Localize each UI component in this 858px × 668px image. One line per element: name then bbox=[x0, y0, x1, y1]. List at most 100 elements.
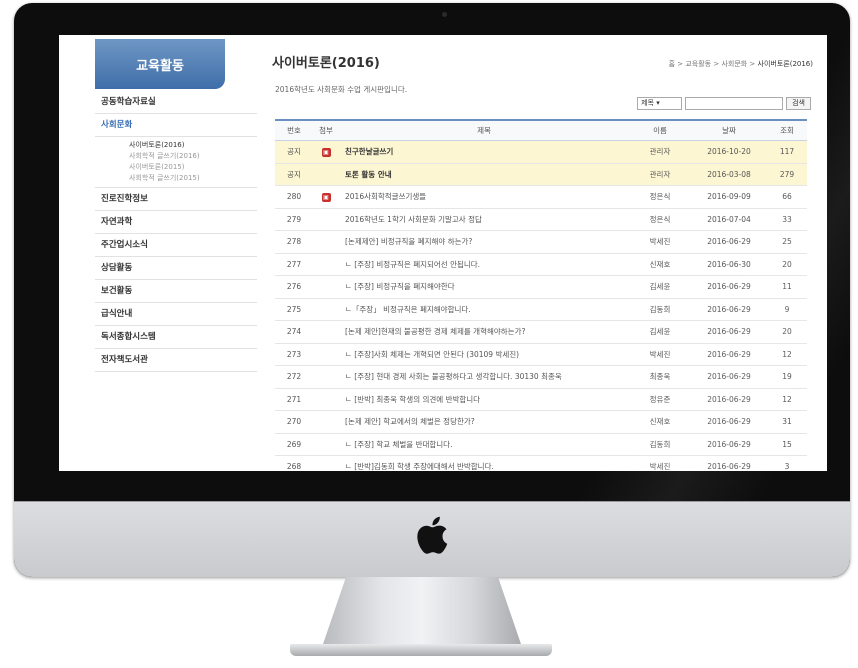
row-author: 관리자 bbox=[629, 163, 691, 186]
table-row[interactable]: 275 ㄴ「주장」 비정규직은 폐지해야합니다. 김동희 2016-06-29 9 bbox=[275, 298, 807, 321]
row-date: 2016-06-29 bbox=[691, 230, 767, 254]
sidebar-subitem-writing-2016[interactable]: 사회학적 글쓰기(2016) bbox=[95, 151, 257, 162]
row-views: 117 bbox=[767, 140, 807, 164]
row-views: 20 bbox=[767, 320, 807, 344]
table-row[interactable]: 279 2016학년도 1학기 사회문화 기말고사 정답 정은식 2016-07-04… bbox=[275, 208, 807, 231]
table-row[interactable]: 276 ㄴ [주장] 비정규직을 폐지해야한다 김세윤 2016-06-29 11 bbox=[275, 275, 807, 299]
sidebar-item-weekly-news[interactable]: 주간업시소식 bbox=[95, 234, 257, 257]
sidebar-item-counseling[interactable]: 상담활동 bbox=[95, 257, 257, 280]
chevron-down-icon: ▾ bbox=[656, 99, 660, 107]
row-subject[interactable]: ㄴ「주장」 비정규직은 폐지해야합니다. bbox=[339, 298, 629, 321]
attachment-icon[interactable]: ▣ bbox=[321, 192, 331, 202]
row-author: 박세진 bbox=[629, 230, 691, 254]
table-row[interactable]: 271 ㄴ [반박] 최종욱 학생의 의견에 반박합니다 정유준 2016-06-29… bbox=[275, 388, 807, 411]
monitor-base bbox=[290, 644, 552, 656]
table-header-row: 번호 첨부 제목 이름 날짜 조회 bbox=[275, 119, 807, 141]
table-row[interactable]: 278 [논제제안] 비정규직을 폐지해야 하는가? 박세진 2016-06-29 25 bbox=[275, 230, 807, 254]
row-date: 2016-06-29 bbox=[691, 275, 767, 299]
sidebar-item-health[interactable]: 보건활동 bbox=[95, 280, 257, 303]
sidebar-item-science[interactable]: 자연과학 bbox=[95, 211, 257, 234]
row-subject[interactable]: 2016사회학적글쓰기생들 bbox=[339, 185, 629, 209]
sidebar-subitem-writing-2015[interactable]: 사회학적 글쓰기(2015) bbox=[95, 173, 257, 184]
row-subject[interactable]: ㄴ [주장] 현대 경제 사회는 불공평하다고 생각합니다. 30130 최종욱 bbox=[339, 365, 629, 389]
row-author: 정유준 bbox=[629, 388, 691, 411]
sidebar-item-shared-materials[interactable]: 공동학습자료실 bbox=[95, 91, 257, 114]
browser-screen: 교육활동 공동학습자료실 사회문화 사이버토론(2016) 사회학적 글쓰기(2… bbox=[59, 35, 827, 471]
sidebar-item-career[interactable]: 진로진학정보 bbox=[95, 188, 257, 211]
apple-logo-icon bbox=[417, 516, 448, 554]
row-number: 274 bbox=[275, 320, 313, 344]
row-author: 정은식 bbox=[629, 185, 691, 209]
sidebar-item-meals[interactable]: 급식안내 bbox=[95, 303, 257, 326]
row-author: 박세진 bbox=[629, 343, 691, 366]
row-views: 279 bbox=[767, 163, 807, 186]
row-subject[interactable]: ㄴ [반박] 최종욱 학생의 의견에 반박합니다 bbox=[339, 388, 629, 411]
row-date: 2016-09-09 bbox=[691, 185, 767, 209]
row-date: 2016-10-20 bbox=[691, 140, 767, 164]
row-date: 2016-06-29 bbox=[691, 365, 767, 389]
breadcrumb-path[interactable]: 홈 > 교육활동 > 사회문화 > bbox=[669, 60, 758, 68]
board-description: 2016학년도 사회문화 수업 게시판입니다. bbox=[275, 85, 408, 94]
search-field-value: 제목 bbox=[641, 99, 654, 107]
imac-monitor: 교육활동 공동학습자료실 사회문화 사이버토론(2016) 사회학적 글쓰기(2… bbox=[14, 3, 850, 577]
row-subject[interactable]: [논제 제안] 학교에서의 체벌은 정당한가? bbox=[339, 410, 629, 434]
attachment-icon[interactable]: ▣ bbox=[321, 147, 331, 157]
row-author: 정은식 bbox=[629, 208, 691, 231]
row-number: 276 bbox=[275, 275, 313, 299]
row-subject[interactable]: [논제 제안]현재의 불공평한 경제 체제를 개혁해야하는가? bbox=[339, 320, 629, 344]
table-row[interactable]: 274 [논제 제안]현재의 불공평한 경제 체제를 개혁해야하는가? 김세윤 201… bbox=[275, 320, 807, 344]
row-subject[interactable]: ㄴ [주장] 비정규직은 폐지되어선 안됩니다. bbox=[339, 253, 629, 276]
row-subject[interactable]: [논제제안] 비정규직을 폐지해야 하는가? bbox=[339, 230, 629, 254]
row-author: 김동희 bbox=[629, 298, 691, 321]
col-header-subject: 제목 bbox=[339, 119, 629, 141]
board-rows: 공지 ▣ 친구한날글쓰기 관리자 2016-10-20 117 공지 토론 활동 안내 관리자 2… bbox=[275, 140, 807, 471]
row-author: 김세윤 bbox=[629, 320, 691, 344]
search-button[interactable]: 검색 bbox=[786, 97, 811, 110]
row-subject[interactable]: ㄴ [주장]사회 체제는 개혁되면 안된다 (30109 박세진) bbox=[339, 343, 629, 366]
row-number: 268 bbox=[275, 455, 313, 471]
table-row[interactable]: 공지 ▣ 친구한날글쓰기 관리자 2016-10-20 117 bbox=[275, 140, 807, 164]
search-field-select[interactable]: 제목 ▾ bbox=[637, 97, 683, 110]
row-attachment bbox=[313, 275, 339, 299]
row-subject[interactable]: 2016학년도 1학기 사회문화 기말고사 정답 bbox=[339, 208, 629, 231]
table-row[interactable]: 공지 토론 활동 안내 관리자 2016-03-08 279 bbox=[275, 163, 807, 186]
row-number: 272 bbox=[275, 365, 313, 389]
row-attachment bbox=[313, 365, 339, 389]
row-subject[interactable]: 토론 활동 안내 bbox=[339, 163, 629, 186]
table-row[interactable]: 270 [논제 제안] 학교에서의 체벌은 정당한가? 신재호 2016-06-29 3… bbox=[275, 410, 807, 434]
row-subject[interactable]: 친구한날글쓰기 bbox=[339, 140, 629, 164]
row-date: 2016-07-04 bbox=[691, 208, 767, 231]
row-subject[interactable]: ㄴ [주장] 학교 체벌을 반대합니다. bbox=[339, 433, 629, 456]
table-row[interactable]: 273 ㄴ [주장]사회 체제는 개혁되면 안된다 (30109 박세진) 박세진 2… bbox=[275, 343, 807, 366]
row-views: 3 bbox=[767, 455, 807, 471]
row-views: 12 bbox=[767, 388, 807, 411]
table-row[interactable]: 268 ㄴ [반박]김동희 학생 주장에대해서 반박합니다. 박세진 2016-06-… bbox=[275, 455, 807, 471]
sidebar-subitem-cyber-debate-2015[interactable]: 사이버토론(2015) bbox=[95, 162, 257, 173]
sidebar-item-reading-system[interactable]: 독서종합시스템 bbox=[95, 326, 257, 349]
row-subject[interactable]: ㄴ [반박]김동희 학생 주장에대해서 반박합니다. bbox=[339, 455, 629, 471]
row-number: 280 bbox=[275, 185, 313, 209]
row-views: 66 bbox=[767, 185, 807, 209]
sidebar-item-social-culture[interactable]: 사회문화 bbox=[95, 114, 257, 137]
row-author: 김세윤 bbox=[629, 275, 691, 299]
row-views: 25 bbox=[767, 230, 807, 254]
row-attachment: ▣ bbox=[313, 185, 339, 209]
row-attachment bbox=[313, 433, 339, 456]
row-attachment: ▣ bbox=[313, 140, 339, 164]
row-number: 279 bbox=[275, 208, 313, 231]
col-header-attachment: 첨부 bbox=[313, 119, 339, 141]
sidebar-subitem-cyber-debate-2016[interactable]: 사이버토론(2016) bbox=[95, 140, 257, 151]
search-input[interactable] bbox=[685, 97, 784, 110]
row-number: 공지 bbox=[275, 163, 313, 186]
row-date: 2016-06-29 bbox=[691, 388, 767, 411]
row-views: 31 bbox=[767, 410, 807, 434]
row-subject[interactable]: ㄴ [주장] 비정규직을 폐지해야한다 bbox=[339, 275, 629, 299]
breadcrumb-current: 사이버토론(2016) bbox=[757, 60, 813, 68]
sidebar-header: 교육활동 bbox=[95, 39, 225, 89]
table-row[interactable]: 280 ▣ 2016사회학적글쓰기생들 정은식 2016-09-09 66 bbox=[275, 185, 807, 209]
sidebar-item-ebook-library[interactable]: 전자책도서관 bbox=[95, 349, 257, 372]
table-row[interactable]: 277 ㄴ [주장] 비정규직은 폐지되어선 안됩니다. 신재호 2016-06-30… bbox=[275, 253, 807, 276]
table-row[interactable]: 272 ㄴ [주장] 현대 경제 사회는 불공평하다고 생각합니다. 30130 … bbox=[275, 365, 807, 389]
row-number: 278 bbox=[275, 230, 313, 254]
table-row[interactable]: 269 ㄴ [주장] 학교 체벌을 반대합니다. 김동희 2016-06-29 15 bbox=[275, 433, 807, 456]
